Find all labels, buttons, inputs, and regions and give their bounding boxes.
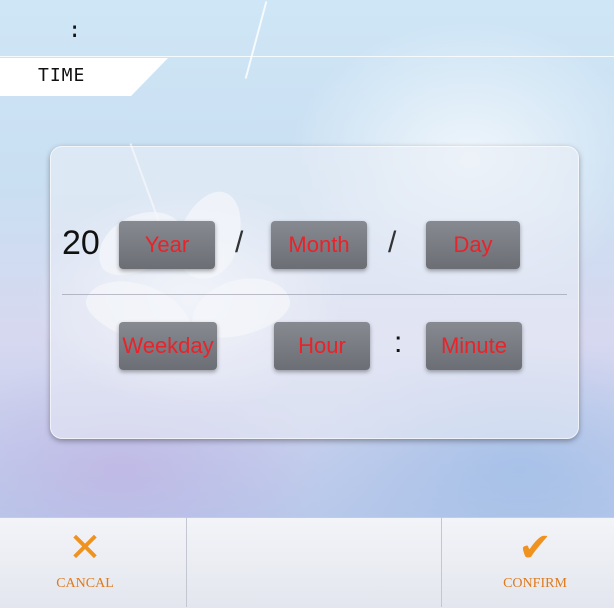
bottom-divider: [186, 517, 187, 607]
header-colon: :: [68, 18, 82, 43]
bottom-divider: [441, 517, 442, 607]
x-icon: ✕: [68, 525, 102, 571]
time-settings-panel: [50, 146, 579, 439]
hour-field[interactable]: Hour: [274, 322, 370, 370]
top-bar: :: [0, 0, 614, 57]
date-separator: /: [235, 226, 244, 259]
year-field[interactable]: Year: [119, 221, 215, 269]
cancel-button-label: CANCAL: [56, 576, 114, 591]
row-divider: [62, 294, 567, 295]
month-field[interactable]: Month: [271, 221, 367, 269]
weekday-field[interactable]: Weekday: [119, 322, 217, 370]
checkmark-icon: ✔: [518, 525, 552, 571]
time-tab-label: TIME: [38, 65, 86, 86]
date-separator: /: [388, 226, 397, 259]
century-prefix: 20: [62, 224, 100, 262]
confirm-button-label: CONFIRM: [503, 576, 567, 591]
cancel-button[interactable]: ✕ CANCAL: [30, 520, 140, 604]
minute-field[interactable]: Minute: [426, 322, 522, 370]
time-separator: :: [394, 326, 403, 359]
day-field[interactable]: Day: [426, 221, 520, 269]
confirm-button[interactable]: ✔ CONFIRM: [480, 520, 590, 604]
